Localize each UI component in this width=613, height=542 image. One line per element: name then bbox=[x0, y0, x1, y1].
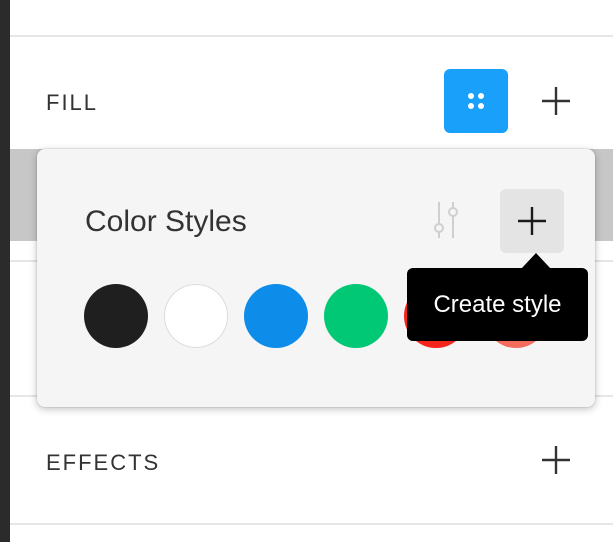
create-style-button[interactable] bbox=[500, 189, 564, 253]
section-divider bbox=[10, 523, 613, 525]
effects-section-title: EFFECTS bbox=[46, 450, 161, 475]
create-style-tooltip: Create style bbox=[407, 268, 588, 341]
plus-icon bbox=[542, 446, 570, 474]
add-effect-button[interactable] bbox=[524, 428, 588, 492]
fill-section-title: FILL bbox=[46, 90, 99, 115]
plus-icon bbox=[518, 207, 546, 235]
color-swatch-black[interactable] bbox=[84, 284, 148, 348]
adjust-sliders-icon bbox=[434, 202, 458, 238]
styles-grid-icon bbox=[468, 93, 484, 109]
color-swatch-green[interactable] bbox=[324, 284, 388, 348]
color-swatch-blue[interactable] bbox=[244, 284, 308, 348]
style-toggle-button[interactable] bbox=[444, 69, 508, 133]
properties-panel: FILL EFFECTS Color Styles Create style bbox=[0, 0, 613, 542]
style-settings-button[interactable] bbox=[428, 200, 464, 240]
popover-title: Color Styles bbox=[85, 205, 247, 238]
plus-icon bbox=[542, 87, 570, 115]
section-divider bbox=[10, 35, 613, 37]
tooltip-arrow bbox=[521, 253, 551, 269]
color-swatch-white[interactable] bbox=[164, 284, 228, 348]
canvas-edge bbox=[0, 0, 10, 542]
add-fill-button[interactable] bbox=[524, 69, 588, 133]
